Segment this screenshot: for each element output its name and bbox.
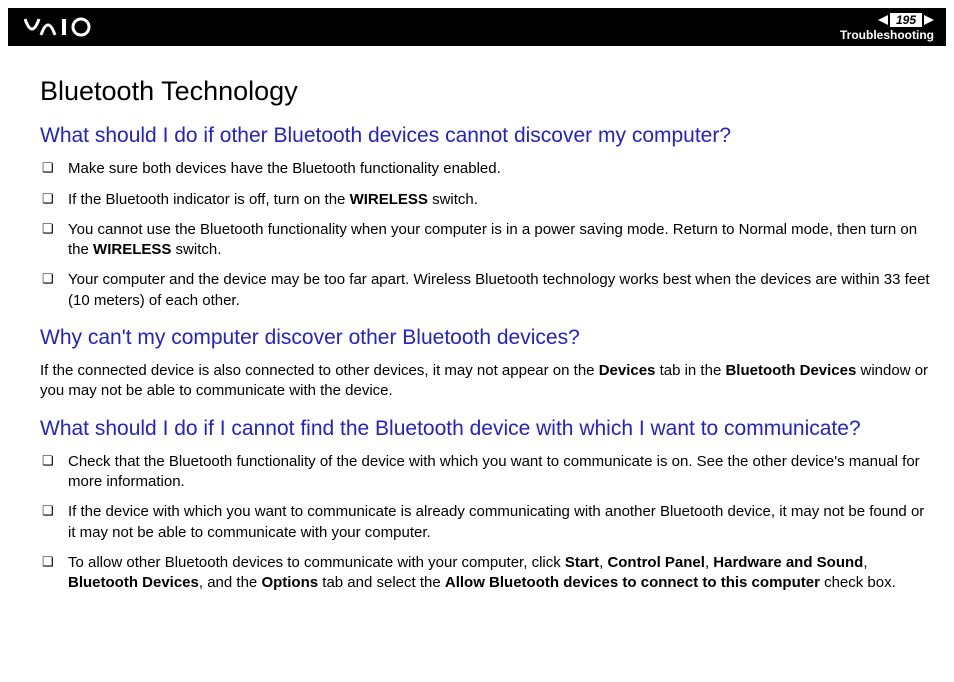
list-item: If the Bluetooth indicator is off, turn … [40,190,930,210]
question-1-heading: What should I do if other Bluetooth devi… [40,123,930,149]
list-item: Check that the Bluetooth functionality o… [40,452,930,493]
list-item: To allow other Bluetooth devices to comm… [40,553,930,594]
page-content: Bluetooth Technology What should I do if… [0,46,954,593]
question-2-body: If the connected device is also connecte… [40,361,930,402]
header-right: 195 Troubleshooting [840,13,934,41]
next-page-arrow-icon[interactable] [924,15,934,25]
page-nav: 195 [878,13,934,27]
vaio-logo [24,17,120,37]
list-item: Your computer and the device may be too … [40,270,930,311]
prev-page-arrow-icon[interactable] [878,15,888,25]
header-bar: 195 Troubleshooting [8,8,946,46]
page-title: Bluetooth Technology [40,76,930,107]
list-item: If the device with which you want to com… [40,502,930,543]
question-3-list: Check that the Bluetooth functionality o… [40,452,930,594]
question-1-list: Make sure both devices have the Bluetoot… [40,159,930,311]
section-label: Troubleshooting [840,29,934,41]
page-number: 195 [890,13,922,27]
list-item: Make sure both devices have the Bluetoot… [40,159,930,179]
list-item: You cannot use the Bluetooth functionali… [40,220,930,261]
question-2-heading: Why can't my computer discover other Blu… [40,325,930,351]
question-3-heading: What should I do if I cannot find the Bl… [40,416,930,442]
